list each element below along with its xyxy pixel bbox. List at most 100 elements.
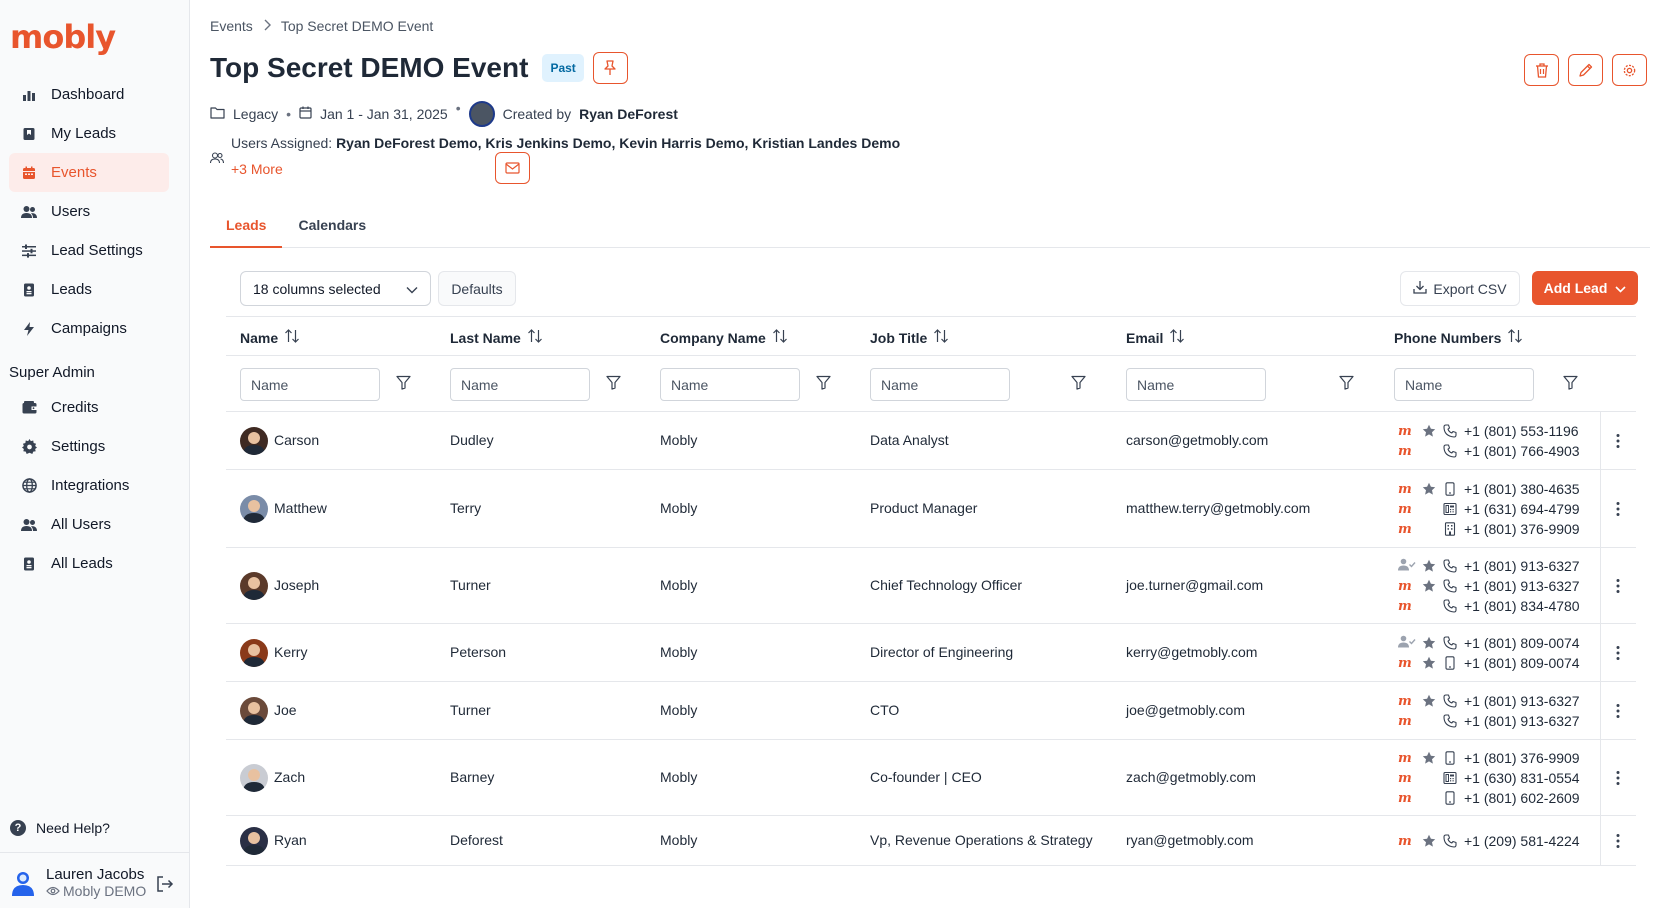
sidebar-item-campaigns[interactable]: Campaigns xyxy=(9,309,169,348)
avatar xyxy=(240,572,268,600)
sort-icon xyxy=(527,328,543,347)
phone-number[interactable]: m +1 (801) 809-0074 xyxy=(1398,653,1580,673)
phone-number[interactable]: m +1 (801) 380-4635 xyxy=(1398,479,1580,499)
sidebar-item-label: Lead Settings xyxy=(51,242,143,259)
mobly-logo[interactable]: mobly xyxy=(10,18,116,56)
sidebar-item-events[interactable]: Events xyxy=(9,153,169,192)
column-header-name[interactable]: Name xyxy=(240,328,300,347)
phone-number[interactable]: m +1 (801) 913-6327 xyxy=(1398,691,1580,711)
phone-number[interactable]: m +1 (801) 602-2609 xyxy=(1398,788,1580,808)
pin-button[interactable] xyxy=(592,52,628,84)
mobly-source-icon: m xyxy=(1398,501,1412,517)
more-vertical-icon[interactable] xyxy=(1600,433,1636,449)
delete-button[interactable] xyxy=(1524,54,1559,86)
tab-calendars[interactable]: Calendars xyxy=(282,206,382,248)
table-row[interactable]: Zach Barney Mobly Co-founder | CEO zach@getm… xyxy=(226,740,1636,816)
table-row[interactable]: Matthew Terry Mobly Product Manager matthew.… xyxy=(226,470,1636,548)
columns-select[interactable]: 18 columns selected xyxy=(240,271,431,306)
column-header-email[interactable]: Email xyxy=(1126,328,1185,347)
phone-number[interactable]: m +1 (801) 766-4903 xyxy=(1398,441,1580,461)
phone-number[interactable]: m +1 (801) 834-4780 xyxy=(1398,596,1580,616)
company-cell: Mobly xyxy=(660,644,698,660)
star-icon[interactable] xyxy=(1418,559,1440,573)
phone-number[interactable]: m +1 (631) 694-4799 xyxy=(1398,499,1580,519)
job-title-cell: Data Analyst xyxy=(870,432,949,448)
more-vertical-icon[interactable] xyxy=(1600,578,1636,594)
settings-button[interactable] xyxy=(1612,54,1647,86)
defaults-button[interactable]: Defaults xyxy=(438,271,516,306)
more-vertical-icon[interactable] xyxy=(1600,833,1636,849)
filter-input-name[interactable] xyxy=(240,368,380,401)
table-row[interactable]: Ryan Deforest Mobly Vp, Revenue Operations … xyxy=(226,816,1636,866)
phone-number[interactable]: m +1 (801) 553-1196 xyxy=(1398,421,1580,441)
star-icon[interactable] xyxy=(1418,579,1440,593)
phone-number[interactable]: +1 (801) 913-6327 xyxy=(1398,556,1580,576)
phone-number-text: +1 (630) 831-0554 xyxy=(1464,770,1580,786)
filter-input-email[interactable] xyxy=(1126,368,1266,401)
filter-input-last-name[interactable] xyxy=(450,368,590,401)
sidebar-item-settings[interactable]: Settings xyxy=(9,427,169,466)
phone-number[interactable]: m +1 (209) 581-4224 xyxy=(1398,831,1580,851)
column-header-job-title[interactable]: Job Title xyxy=(870,328,949,347)
logout-icon[interactable] xyxy=(156,876,174,896)
sidebar-item-integrations[interactable]: Integrations xyxy=(9,466,169,505)
edit-button[interactable] xyxy=(1568,54,1603,86)
sidebar-item-all-leads[interactable]: All Leads xyxy=(9,544,169,583)
star-icon[interactable] xyxy=(1418,424,1440,438)
breadcrumb-events[interactable]: Events xyxy=(210,18,253,34)
phone-number[interactable]: m +1 (630) 831-0554 xyxy=(1398,768,1580,788)
more-vertical-icon[interactable] xyxy=(1600,645,1636,661)
column-header-phone[interactable]: Phone Numbers xyxy=(1394,328,1523,347)
mobly-source-icon: m xyxy=(1398,770,1412,786)
star-icon[interactable] xyxy=(1418,636,1440,650)
sidebar-item-lead-settings[interactable]: Lead Settings xyxy=(9,231,169,270)
filter-icon[interactable] xyxy=(396,375,411,394)
sort-icon xyxy=(933,328,949,347)
column-header-company[interactable]: Company Name xyxy=(660,328,788,347)
add-lead-button[interactable]: Add Lead xyxy=(1532,271,1638,305)
sidebar-item-all-users[interactable]: All Users xyxy=(9,505,169,544)
filter-icon[interactable] xyxy=(1339,375,1354,394)
table-row[interactable]: Carson Dudley Mobly Data Analyst carson@getm… xyxy=(226,412,1636,470)
column-header-last-name[interactable]: Last Name xyxy=(450,328,543,347)
email-users-button[interactable] xyxy=(495,152,530,184)
users-outline-icon xyxy=(209,151,225,167)
star-icon[interactable] xyxy=(1418,834,1440,848)
filter-icon[interactable] xyxy=(606,375,621,394)
more-vertical-icon[interactable] xyxy=(1600,770,1636,786)
sidebar-item-credits[interactable]: Credits xyxy=(9,388,169,427)
sidebar-item-users[interactable]: Users xyxy=(9,192,169,231)
mobly-source-icon: m xyxy=(1398,790,1412,806)
filter-input-phone[interactable] xyxy=(1394,368,1534,401)
phone-number[interactable]: +1 (801) 809-0074 xyxy=(1398,633,1580,653)
phone-number-text: +1 (801) 913-6327 xyxy=(1464,578,1580,594)
last-name-cell: Turner xyxy=(450,577,491,593)
filter-input-company[interactable] xyxy=(660,368,800,401)
star-icon[interactable] xyxy=(1418,482,1440,496)
tab-leads[interactable]: Leads xyxy=(210,206,283,248)
phone-number[interactable]: m +1 (801) 376-9909 xyxy=(1398,519,1580,539)
more-vertical-icon[interactable] xyxy=(1600,501,1636,517)
phone-number[interactable]: m +1 (801) 913-6327 xyxy=(1398,711,1580,731)
need-help-link[interactable]: ? Need Help? xyxy=(10,820,110,836)
more-vertical-icon[interactable] xyxy=(1600,703,1636,719)
filter-icon[interactable] xyxy=(816,375,831,394)
filter-input-job-title[interactable] xyxy=(870,368,1010,401)
sidebar-item-my-leads[interactable]: My Leads xyxy=(9,114,169,153)
filter-icon[interactable] xyxy=(1563,375,1578,394)
more-users-link[interactable]: +3 More xyxy=(231,161,283,177)
table-row[interactable]: Joe Turner Mobly CTO joe@getmobly.com m +1 (80… xyxy=(226,682,1636,740)
star-icon[interactable] xyxy=(1418,751,1440,765)
phone-number[interactable]: m +1 (801) 376-9909 xyxy=(1398,748,1580,768)
star-icon[interactable] xyxy=(1418,656,1440,670)
filter-icon[interactable] xyxy=(1071,375,1086,394)
current-user[interactable]: Lauren Jacobs Mobly DEMO xyxy=(10,866,146,899)
sidebar-item-dashboard[interactable]: Dashboard xyxy=(9,75,169,114)
sidebar-item-leads[interactable]: Leads xyxy=(9,270,169,309)
export-csv-button[interactable]: Export CSV xyxy=(1400,271,1520,306)
star-icon[interactable] xyxy=(1418,694,1440,708)
table-row[interactable]: Joseph Turner Mobly Chief Technology Office… xyxy=(226,548,1636,624)
tab-bar: Leads Calendars xyxy=(210,206,1650,248)
table-row[interactable]: Kerry Peterson Mobly Director of Engineerin… xyxy=(226,624,1636,682)
phone-number[interactable]: m +1 (801) 913-6327 xyxy=(1398,576,1580,596)
